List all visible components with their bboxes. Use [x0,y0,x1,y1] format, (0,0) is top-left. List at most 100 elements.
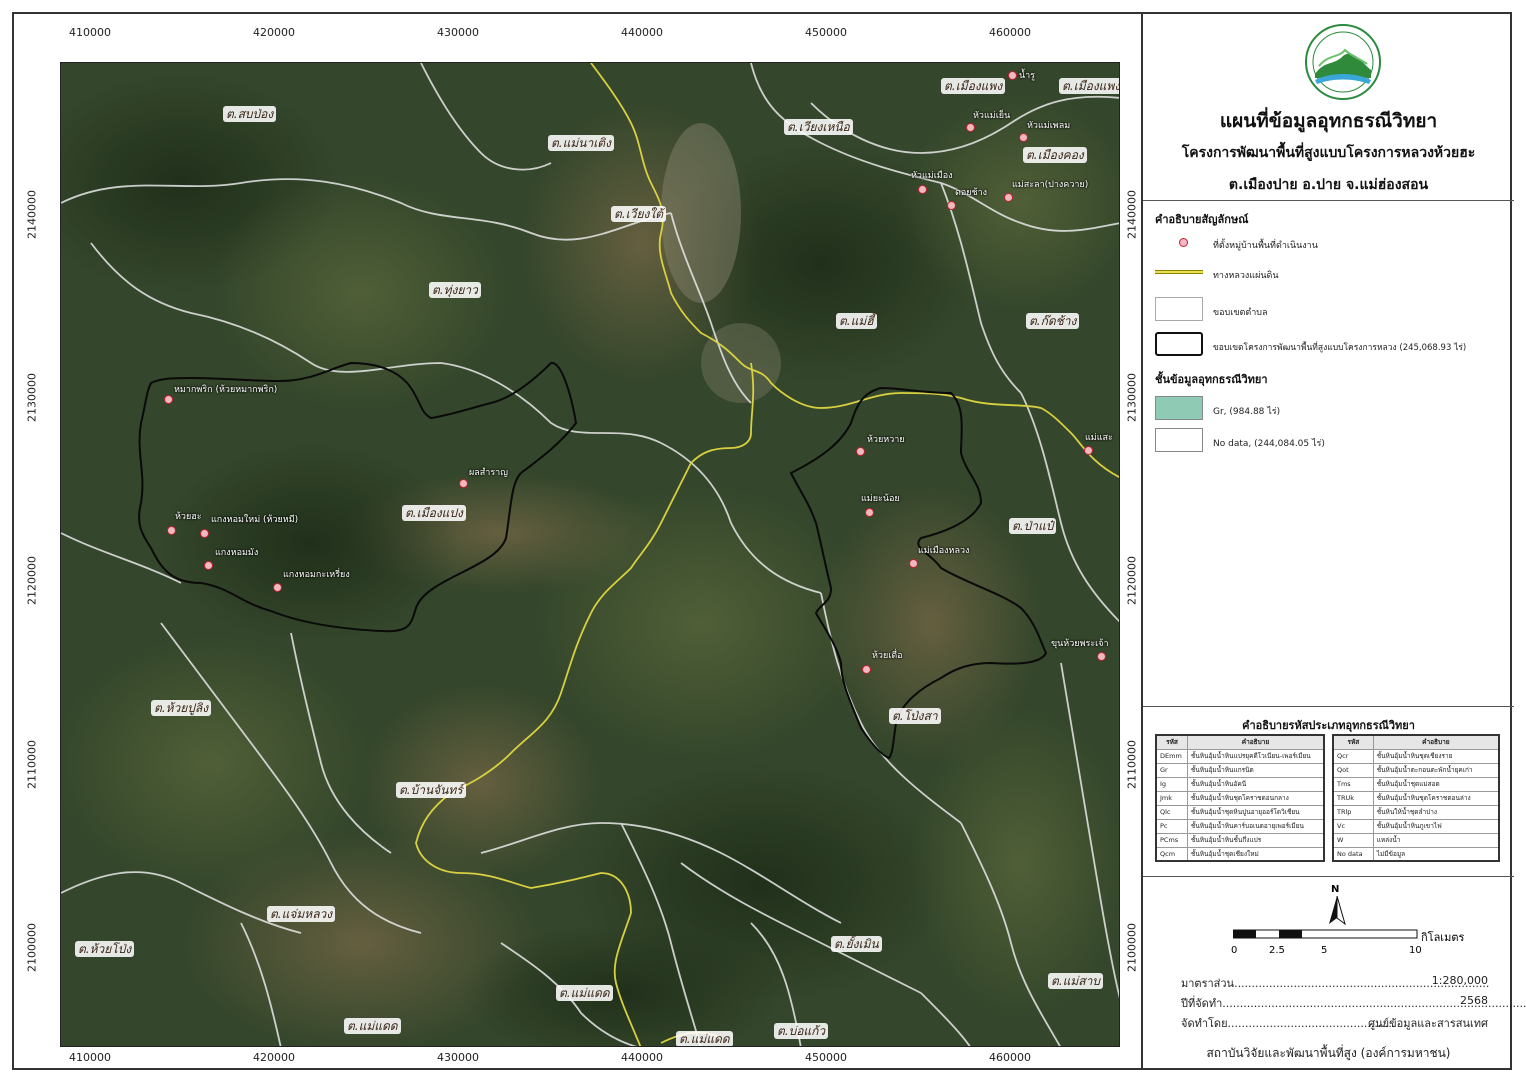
y-tick-label: 2110000 [25,740,39,789]
subdistrict-label: ต.ก๊ดช้าง [1026,313,1080,329]
x-tick-label: 430000 [437,26,479,39]
author-value: ศูนย์ข้อมูลและสารสนเทศ [1368,1017,1488,1030]
subdistrict-label: ต.ห้วยโป่ง [75,941,135,957]
village-marker[interactable] [862,665,871,674]
village-marker[interactable] [200,529,209,538]
village-marker[interactable] [164,395,173,404]
village-label: ผลสำราญ [469,468,508,478]
subdistrict-label: ต.เมืองแปง [402,505,466,521]
y-tick-label: 2120000 [25,556,39,605]
divider [1143,200,1514,201]
table-row: Qlc ชั้นหินอุ้มน้ำชุดหินปูนอายุออร์โดวิเช… [1155,804,1325,820]
village-marker[interactable] [459,479,468,488]
x-tick-label: 410000 [69,26,111,39]
village-label: น้ำรู [1019,71,1036,81]
village-marker[interactable] [273,583,282,592]
village-label: แม่เมืองหลวง [918,546,970,556]
y-tick-label: 2140000 [1125,190,1139,239]
village-marker[interactable] [1019,133,1028,142]
author-label: จัดทำโดย................................… [1181,1017,1396,1030]
table-row: Pc ชั้นหินอุ้มน้ำหินคาร์บอเนตอายุเพอร์เมี… [1155,818,1325,834]
map-sheet: 410000 420000 430000 440000 450000 46000… [12,12,1526,1070]
legend-title: คำอธิบายสัญลักษณ์ [1155,213,1249,226]
table-row: Jmk ชั้นหินอุ้มน้ำหินชุดโคราชตอนกลาง [1155,790,1325,806]
layer-title: ชั้นข้อมูลอุทกธรณีวิทยา [1155,373,1268,386]
gr-swatch [1155,396,1203,420]
village-marker[interactable] [1097,652,1106,661]
x-tick-label: 460000 [989,26,1031,39]
map-title: แผนที่ข้อมูลอุทกธรณีวิทยา [1219,110,1438,132]
north-arrow-icon: N [1325,884,1349,928]
subdistrict-label: ต.ห้วยปูลิง [151,700,212,716]
y-tick-label: 2110000 [1125,740,1139,789]
village-marker[interactable] [918,185,927,194]
nodata-swatch [1155,428,1203,452]
legend-nodata: No data, (244,084.05 ไร่) [1155,428,1495,454]
village-marker[interactable] [966,123,975,132]
x-tick-label: 420000 [253,26,295,39]
satellite-map[interactable]: ต.สบป่อง ต.แม่นาเติง ต.เวียงเหนือ ต.เมือ… [60,62,1120,1047]
subdistrict-label: ต.โป่งสา [889,708,941,724]
subdistrict-label: ต.ป่าแป๋ [1009,518,1057,534]
village-marker-icon [1179,238,1188,247]
subdistrict-label: ต.เวียงเหนือ [784,119,853,135]
village-marker[interactable] [204,561,213,570]
scale-ratio-value: 1:280,000 [1431,974,1488,987]
project-boundary-icon [1155,332,1203,356]
project-name: โครงการพัฒนาพื้นที่สูงแบบโครงการหลวงห้วย… [1181,145,1476,161]
subdistrict-label: ต.แม่นาเติง [548,135,614,151]
village-marker[interactable] [947,201,956,210]
divider [1143,876,1514,877]
subdistrict-label: ต.เวียงใต้ [611,206,666,222]
hrdi-logo [1305,24,1381,100]
legend-highway: ทางหลวงแผ่นดิน [1155,264,1495,290]
village-label: แม่แสะ [1085,433,1113,443]
x-tick-label: 440000 [621,26,663,39]
table-row: W แหล่งน้ำ [1332,832,1500,848]
subdistrict-label: ต.แม่แดด [556,985,613,1001]
subdistrict-label: ต.ยั้งเมิน [831,936,882,952]
village-label: แกงหอมใหม่ (ห้วยหมี) [211,515,299,525]
year-value: 2568 [1460,994,1488,1007]
village-marker[interactable] [865,508,874,517]
x-tick-label: 410000 [69,1051,111,1064]
legend-gr: Gr, (984.88 ไร่) [1155,396,1495,422]
y-tick-label: 2100000 [25,923,39,972]
subdistrict-label: ต.เมืองแพง [941,78,1006,94]
table-row: Gr ชั้นหินอุ้มน้ำหินแกรนิต [1155,762,1325,778]
table-row: Qot ชั้นหินอุ้มน้ำตะกอนตะพักน้ำยุคเก่า [1332,762,1500,778]
village-marker[interactable] [909,559,918,568]
organization-name: สถาบันวิจัยและพัฒนาพื้นที่สูง (องค์การมห… [1206,1046,1451,1060]
codes-table-left: รหัส คำอธิบาย DEmm ชั้นหินอุ้มน้ำหินแปรยุค… [1155,734,1325,862]
subdistrict-label: ต.เมืองแพง [1059,78,1119,94]
subdistrict-label: ต.บ้านจันทร์ [396,782,466,798]
subdistrict-label: ต.บ่อแก้ว [774,1023,829,1039]
village-marker[interactable] [1004,193,1013,202]
village-label: ห้วยหวาย [867,435,905,445]
village-label: แม่ยะน้อย [861,494,900,504]
village-label: หัวแม่เมือง [911,171,953,181]
x-tick-label: 420000 [253,1051,295,1064]
legend-subdistrict-boundary: ขอบเขตตำบล [1155,297,1495,323]
location-text: ต.เมืองปาย อ.ปาย จ.แม่ฮ่องสอน [1228,177,1429,193]
village-marker[interactable] [1084,446,1093,455]
table-row: No data ไม่มีข้อมูล [1332,846,1500,862]
divider [1143,706,1514,707]
terrain-texture [61,73,1119,1046]
subdistrict-boundary-icon [1155,297,1203,321]
village-marker[interactable] [856,447,865,456]
village-label: หัวแม่เย็น [973,111,1011,121]
subdistrict-label: ต.แม่สาบ [1048,973,1103,989]
scale-bar: 0 2.5 5 10 กิโลเมตร [1231,929,1465,956]
table-row: DEmm ชั้นหินอุ้มน้ำหินแปรยุคดีโวเนียน-เพอ… [1155,748,1325,764]
y-tick-label: 2130000 [25,373,39,422]
table-row: TRlp ชั้นหินให้น้ำชุดลำปาง [1332,804,1500,820]
village-label: แกงหอมกะเหรี่ยง [283,570,350,580]
village-label: ดอยช้าง [955,188,988,198]
village-label: ห้วยฮะ [175,512,202,522]
map-sidebar: แผนที่ข้อมูลอุทกธรณีวิทยา โครงการพัฒนาพื… [1141,14,1526,1068]
village-marker[interactable] [167,526,176,535]
village-marker[interactable] [1008,71,1017,80]
village-label: แม่สะลา(ปางควาย) [1012,180,1089,190]
legend-project-boundary: ขอบเขตโครงการพัฒนาพื้นที่สูงแบบโครงการหล… [1155,332,1510,358]
